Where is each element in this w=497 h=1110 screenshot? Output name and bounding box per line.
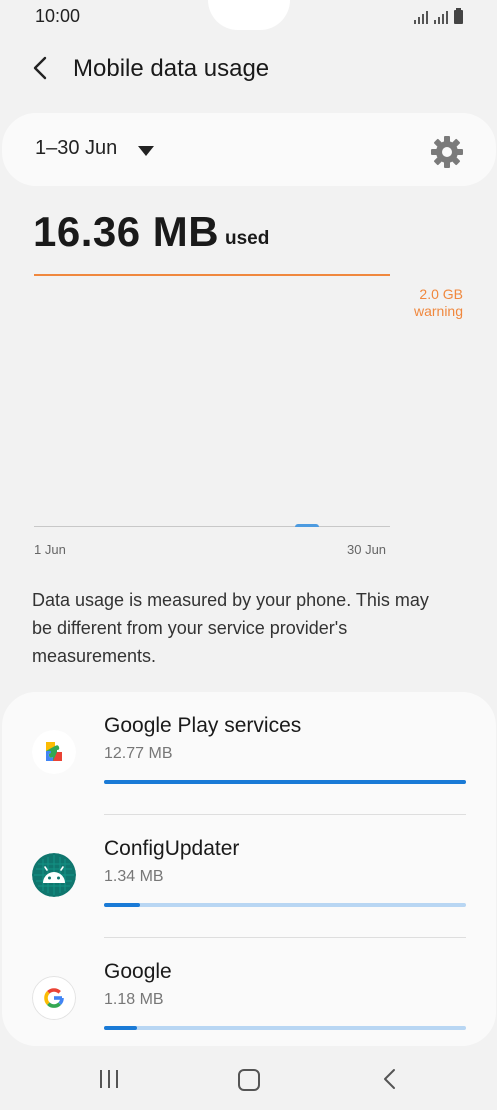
app-usage-bar-fill <box>104 780 466 784</box>
signal-icon-2 <box>434 11 448 24</box>
status-icons <box>414 8 463 24</box>
x-axis-start-label: 1 Jun <box>34 542 66 557</box>
status-bar: 10:00 <box>0 0 497 34</box>
usage-amount: 16.36 MB <box>33 208 220 255</box>
warning-value: 2.0 GB <box>419 286 463 302</box>
status-time: 10:00 <box>35 6 81 26</box>
app-usage-list: Google Play services 12.77 MB ConfigUpda… <box>2 692 496 1046</box>
google-play-services-icon <box>32 730 76 774</box>
gear-icon[interactable] <box>427 132 467 172</box>
app-usage-bar <box>104 903 466 907</box>
app-data-size: 12.77 MB <box>104 745 173 762</box>
app-data-size: 1.18 MB <box>104 991 164 1008</box>
android-robot-icon <box>32 853 76 897</box>
chart-baseline <box>34 526 390 527</box>
signal-icon <box>414 11 428 24</box>
app-usage-bar-fill <box>104 903 141 907</box>
disclaimer-text: Data usage is measured by your phone. Th… <box>32 590 429 666</box>
app-row-configupdater[interactable]: ConfigUpdater 1.34 MB <box>2 815 496 938</box>
usage-suffix: used <box>225 228 270 249</box>
nav-back-icon[interactable] <box>382 1068 396 1090</box>
period-dropdown[interactable]: 1–30 Jun <box>35 137 117 160</box>
system-nav-bar <box>0 1046 497 1110</box>
x-axis-end-label: 30 Jun <box>347 542 387 557</box>
app-usage-bar-fill <box>104 1026 137 1030</box>
app-name: Google Play services <box>104 714 302 737</box>
app-name: ConfigUpdater <box>104 837 240 860</box>
dropdown-caret-icon[interactable] <box>138 146 154 156</box>
app-data-size: 1.34 MB <box>104 868 164 885</box>
camera-notch <box>208 0 290 30</box>
usage-curve <box>295 524 319 527</box>
home-icon[interactable] <box>238 1069 260 1091</box>
app-bar: Mobile data usage <box>0 44 497 94</box>
google-g-icon <box>32 976 76 1020</box>
warning-threshold-line <box>34 274 390 276</box>
usage-chart: 2.0 GB warning 1 Jun 30 Jun <box>0 260 497 560</box>
battery-icon <box>454 8 463 24</box>
app-name: Google <box>104 960 172 983</box>
app-row-google-play-services[interactable]: Google Play services 12.77 MB <box>2 692 496 815</box>
app-usage-bar <box>104 1026 466 1030</box>
warning-label: warning <box>413 303 463 319</box>
page-title: Mobile data usage <box>73 55 270 82</box>
app-usage-bar <box>104 780 466 784</box>
recents-icon[interactable] <box>100 1070 122 1088</box>
app-row-google[interactable]: Google 1.18 MB <box>2 938 496 1046</box>
back-arrow-icon[interactable] <box>26 52 56 84</box>
period-selector-card: 1–30 Jun <box>2 113 496 186</box>
